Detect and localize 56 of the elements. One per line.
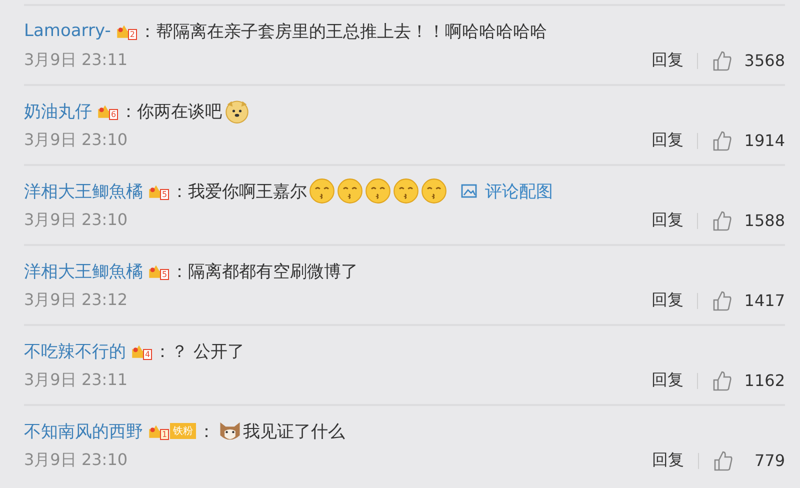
level-badge: 2 [116,21,137,41]
kiss-emoji-icon [309,178,336,204]
comment-time: 3月9日 23:10 [24,450,129,471]
like-icon[interactable] [713,450,733,470]
like-icon[interactable] [712,370,732,390]
kiss-emoji-icon [365,178,392,204]
reply-link[interactable]: 回复 [651,50,684,71]
level-badge: 1 铁粉 [148,421,196,441]
kiss-emoji-icon [337,178,364,204]
like-icon[interactable] [712,210,732,230]
username-link[interactable]: 洋相大王鲫魚橘 [24,260,143,282]
kiss-emoji-icon [421,178,448,204]
image-icon [461,184,478,198]
comment-text: 隔离都都有空刷微博了 [188,260,358,282]
like-count: 779 [753,451,785,470]
level-badge: 6 [97,101,118,121]
comment-time: 3月9日 23:10 [24,130,129,151]
comment-text: 我见证了什么 [243,420,346,442]
colon: ： [171,260,188,282]
like-count: 3568 [744,51,785,70]
comment-text: 帮隔离在亲子套房里的王总推上去！！啊哈哈哈哈哈 [156,20,547,42]
level-badge: 5 [148,261,170,281]
comment-time: 3月9日 23:11 [24,370,129,391]
like-count: 1914 [744,131,785,150]
reply-link[interactable]: 回复 [651,130,684,151]
colon: ： [120,100,138,122]
colon: ： [171,180,188,202]
level-badge: 5 [148,181,170,201]
level-badge: 4 [131,341,152,361]
colon: ： [138,20,156,42]
like-count: 1162 [744,371,785,390]
comment-text: 我爱你啊王嘉尔 [188,180,308,202]
reply-link[interactable]: 回复 [652,450,684,471]
like-icon[interactable] [712,290,732,310]
colon: ： [198,420,216,442]
reply-link[interactable]: 回复 [651,370,684,391]
comment-text: 你两在谈吧 [137,100,222,122]
colon: ： [154,340,172,362]
username-link[interactable]: 洋相大王鲫魚橘 [24,180,143,202]
comment-time: 3月9日 23:10 [24,210,129,231]
kiss-emoji-icon [393,178,420,204]
username-link[interactable]: Lamoarry- [24,21,111,41]
like-icon[interactable] [712,50,732,70]
reply-link[interactable]: 回复 [651,210,684,231]
like-icon[interactable] [712,130,732,150]
reply-link[interactable]: 回复 [651,290,684,311]
comment-time: 3月9日 23:11 [24,50,129,71]
comment-image-link[interactable]: 评论配图 [485,180,554,202]
like-count: 1588 [744,211,785,230]
username-link[interactable]: 不知南风的西野 [24,420,143,442]
like-count: 1417 [744,291,785,310]
dog-emoji-icon [224,98,250,124]
username-link[interactable]: 不吃辣不行的 [24,340,126,362]
username-link[interactable]: 奶油丸仔 [24,100,92,122]
comment-time: 3月9日 23:12 [24,290,129,311]
comment-text: ？ 公开了 [171,340,244,362]
